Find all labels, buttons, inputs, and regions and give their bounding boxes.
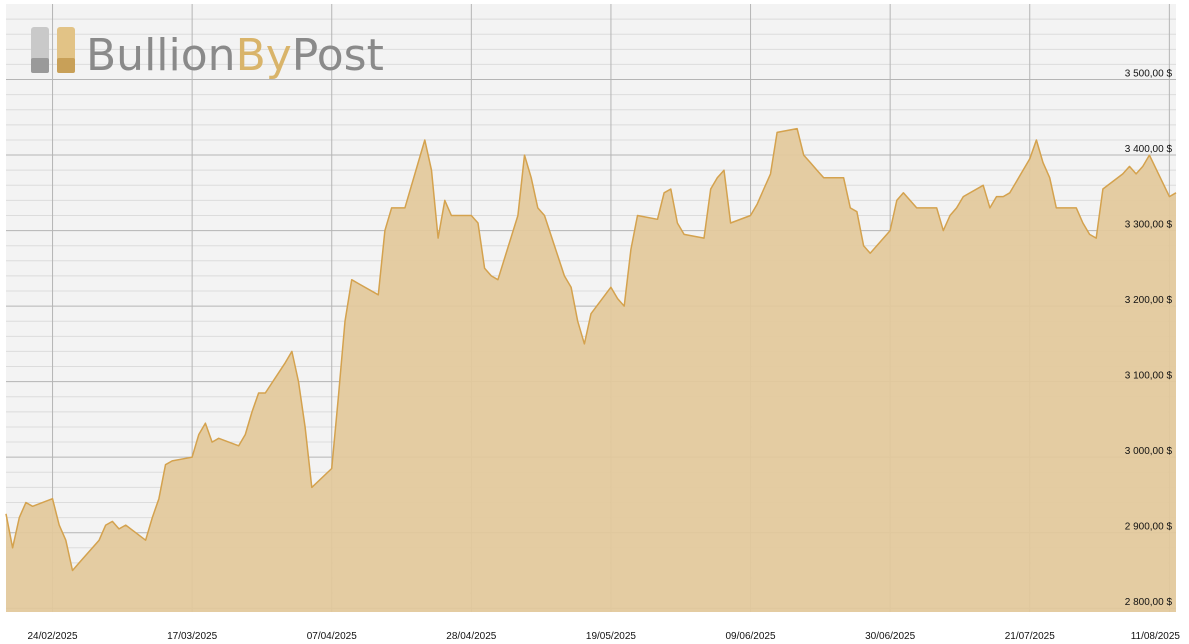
y-tick-label: 3 100,00 $ — [1125, 371, 1173, 382]
x-tick-label: 30/06/2025 — [865, 631, 915, 642]
x-tick-label: 17/03/2025 — [167, 631, 217, 642]
y-tick-label: 3 500,00 $ — [1125, 69, 1173, 80]
y-tick-label: 3 300,00 $ — [1125, 220, 1173, 231]
chart-canvas: 2 800,00 $ 2 900,00 $ 3 000,00 $ 3 100,00 $… — [5, 4, 1181, 642]
logo-part-post: Post — [292, 30, 384, 81]
gold-price-chart: 2 800,00 $ 2 900,00 $ 3 000,00 $ 3 100,00 $… — [0, 0, 1189, 644]
x-tick-label: 07/04/2025 — [307, 631, 357, 642]
logo-wordmark: BullionByPost — [86, 30, 384, 81]
logo-part-by: By — [236, 30, 292, 81]
x-tick-label: 21/07/2025 — [1005, 631, 1055, 642]
y-tick-label: 2 900,00 $ — [1125, 522, 1173, 533]
x-axis-labels: 24/02/2025 17/03/2025 07/04/2025 28/04/2025… — [28, 631, 1181, 642]
x-tick-label: 28/04/2025 — [446, 631, 496, 642]
logo-part-bullion: Bullion — [86, 30, 236, 81]
y-tick-label: 3 000,00 $ — [1125, 446, 1173, 457]
x-tick-label: 11/08/2025 — [1131, 631, 1181, 642]
x-tick-label: 09/06/2025 — [726, 631, 776, 642]
y-tick-label: 3 200,00 $ — [1125, 295, 1173, 306]
x-tick-label: 24/02/2025 — [28, 631, 78, 642]
y-tick-label: 3 400,00 $ — [1125, 144, 1173, 155]
x-tick-label: 19/05/2025 — [586, 631, 636, 642]
y-tick-label: 2 800,00 $ — [1125, 597, 1173, 608]
